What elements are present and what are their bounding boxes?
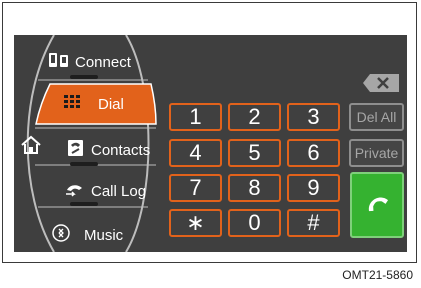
key-9[interactable]: 9 (287, 174, 340, 202)
phone-connect-icon (48, 51, 70, 73)
contacts-icon (66, 139, 86, 161)
key-3[interactable]: 3 (287, 103, 340, 131)
menu-item-music[interactable]: Music (52, 224, 123, 246)
key-2[interactable]: 2 (228, 103, 281, 131)
menu-item-connect[interactable]: Connect (48, 51, 131, 73)
key-6[interactable]: 6 (287, 139, 340, 167)
private-button[interactable]: Private (349, 139, 404, 167)
handset-icon (364, 193, 390, 218)
key-8[interactable]: 8 (228, 174, 281, 202)
key-5[interactable]: 5 (228, 139, 281, 167)
delete-all-button[interactable]: Del All (349, 103, 404, 131)
menu-label-connect: Connect (75, 53, 131, 71)
call-button[interactable] (350, 172, 404, 238)
menu-label-contacts: Contacts (91, 141, 151, 159)
call-log-icon (64, 181, 86, 201)
menu-item-contacts[interactable]: Contacts (66, 139, 150, 161)
figure-caption: OMT21-5860 (342, 268, 413, 282)
key-1[interactable]: 1 (169, 103, 222, 131)
key-star[interactable]: ∗ (169, 209, 222, 237)
menu-label-music: Music (84, 226, 124, 244)
menu-item-call-log[interactable]: Call Log (64, 181, 146, 201)
keypad-icon (64, 95, 80, 113)
home-icon[interactable] (20, 135, 42, 155)
key-7[interactable]: 7 (169, 174, 222, 202)
backspace-icon[interactable] (362, 73, 400, 93)
menu-item-dial[interactable]: Dial (64, 95, 124, 113)
key-hash[interactable]: # (287, 209, 340, 237)
key-4[interactable]: 4 (169, 139, 222, 167)
menu-label-dial: Dial (98, 95, 124, 113)
menu-label-call-log: Call Log (91, 182, 147, 200)
music-icon (52, 224, 70, 246)
phone-screen: Connect Dial Contacts Call Log Music 1 2… (14, 35, 407, 252)
key-0[interactable]: 0 (228, 209, 281, 237)
